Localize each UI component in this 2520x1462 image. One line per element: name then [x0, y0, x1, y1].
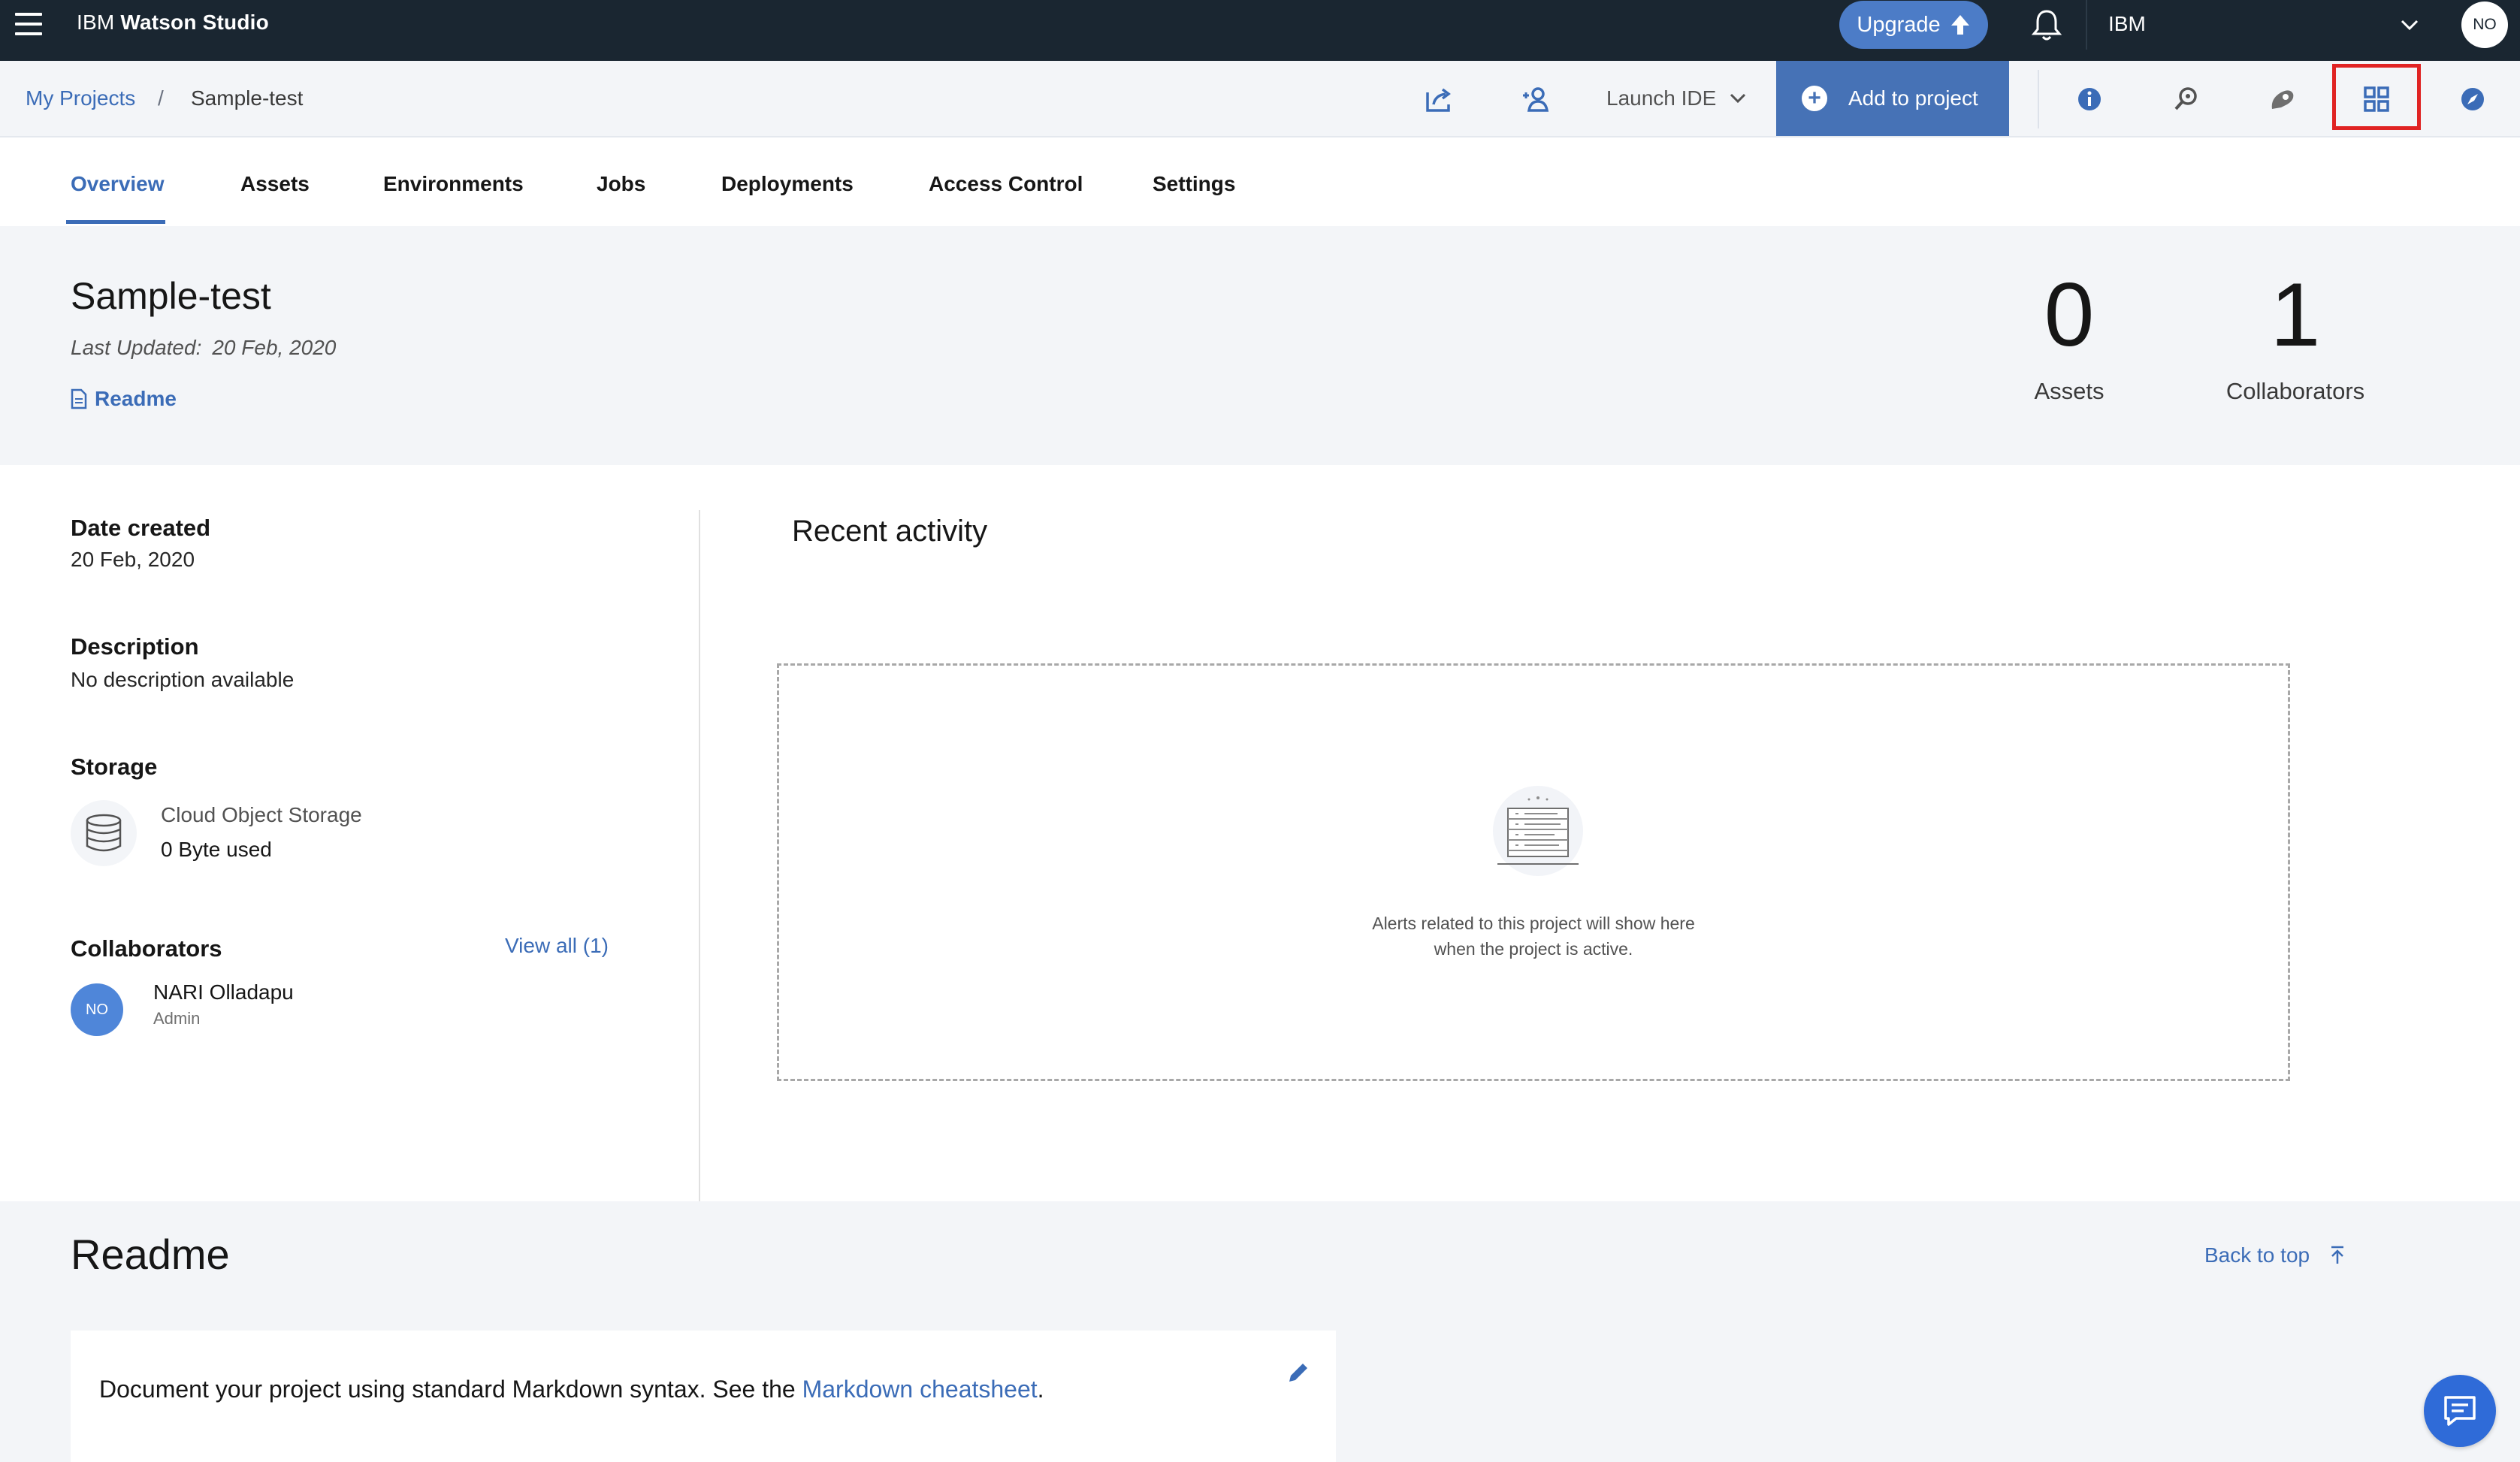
collaborator-name: NARI Olladapu — [153, 980, 294, 1004]
document-icon — [71, 388, 87, 409]
collaborators-stat: 1 Collaborators — [2209, 270, 2382, 405]
breadcrumb-current: Sample-test — [191, 86, 304, 110]
avatar: NO — [71, 983, 123, 1036]
recent-activity-title: Recent activity — [792, 515, 988, 548]
export-icon — [1426, 88, 1451, 112]
collaborators-label: Collaborators — [2225, 378, 2365, 404]
readme-text-after: . — [1037, 1376, 1044, 1403]
upgrade-arrow-icon — [1950, 15, 1969, 35]
project-header: Sample-test Last Updated: 20 Feb, 2020 R… — [0, 226, 2520, 465]
hamburger-menu-icon[interactable] — [15, 13, 42, 35]
alerts-list-icon — [1493, 786, 1583, 876]
back-to-top-label: Back to top — [2204, 1243, 2310, 1267]
account-switcher[interactable]: IBM — [2108, 12, 2146, 36]
page-title: Sample-test — [71, 275, 271, 317]
chat-button[interactable] — [2424, 1375, 2496, 1447]
info-icon — [2078, 88, 2101, 110]
markdown-cheatsheet-link[interactable]: Markdown cheatsheet — [802, 1376, 1038, 1403]
find-icon — [2174, 87, 2197, 110]
readme-body: Document your project using standard Mar… — [99, 1376, 1044, 1403]
collaborators-count: 1 — [2270, 264, 2321, 365]
user-avatar[interactable]: NO — [2461, 2, 2508, 48]
back-to-top-link[interactable]: Back to top — [2204, 1243, 2346, 1267]
brand-prefix: IBM — [77, 11, 115, 34]
readme-link-label: Readme — [95, 387, 177, 410]
compass-button[interactable] — [2455, 82, 2490, 116]
last-updated: Last Updated: 20 Feb, 2020 — [71, 336, 336, 360]
storage-label: Storage — [71, 754, 158, 780]
top-navigation-bar: IBM Watson Studio Upgrade IBM NO — [0, 0, 2520, 61]
add-collaborator-button[interactable] — [1518, 82, 1552, 116]
launch-ide-label: Launch IDE — [1606, 86, 1717, 110]
highlight-box — [2332, 64, 2421, 130]
readme-link[interactable]: Readme — [71, 387, 177, 411]
readme-card: Document your project using standard Mar… — [71, 1331, 1336, 1462]
column-divider — [699, 510, 700, 1201]
assets-label: Assets — [2034, 378, 2105, 404]
collaborator-role: Admin — [153, 1009, 201, 1028]
storage-used: 0 Byte used — [161, 838, 272, 861]
collaborators-section-label: Collaborators — [71, 935, 222, 962]
last-updated-value: 20 Feb, 2020 — [212, 336, 337, 359]
project-tabs: Overview Assets Environments Jobs Deploy… — [0, 137, 2520, 226]
compass-icon — [2461, 88, 2484, 110]
arrow-up-to-top-icon — [2331, 1246, 2344, 1264]
tab-settings[interactable]: Settings — [1153, 172, 1235, 196]
empty-state-line-2: when the project is active. — [1434, 939, 1633, 959]
assets-stat: 0 Assets — [2024, 270, 2114, 405]
chevron-down-icon — [1730, 93, 1746, 104]
last-updated-label: Last Updated: — [71, 336, 202, 359]
add-to-project-label: Add to project — [1848, 86, 1978, 110]
assets-count: 0 — [2044, 264, 2095, 365]
upgrade-label: Upgrade — [1857, 12, 1941, 37]
description-value: No description available — [71, 668, 295, 691]
view-all-collaborators-link[interactable]: View all (1) — [505, 934, 609, 958]
notifications-bell-icon[interactable] — [2030, 8, 2063, 43]
export-button[interactable] — [1422, 82, 1456, 116]
account-divider — [2086, 0, 2087, 50]
storage-name: Cloud Object Storage — [161, 803, 362, 826]
info-button[interactable] — [2072, 82, 2107, 116]
find-button[interactable] — [2168, 82, 2203, 116]
launch-ide-dropdown[interactable]: Launch IDE — [1606, 86, 1746, 110]
readme-title: Readme — [71, 1231, 230, 1278]
storage-icon — [71, 800, 137, 866]
tab-environments[interactable]: Environments — [383, 172, 524, 196]
description-label: Description — [71, 633, 199, 660]
community-button[interactable] — [2265, 82, 2299, 116]
chat-icon — [2444, 1396, 2476, 1426]
breadcrumb-my-projects[interactable]: My Projects — [26, 86, 135, 110]
date-created-label: Date created — [71, 515, 211, 541]
breadcrumb-separator: / — [158, 86, 164, 110]
date-created-value: 20 Feb, 2020 — [71, 548, 195, 571]
add-collaborator-icon — [1523, 87, 1549, 112]
recent-activity-empty-state: Alerts related to this project will show… — [777, 663, 2290, 1081]
add-icon: + — [1802, 86, 1827, 111]
chevron-down-icon[interactable] — [2400, 17, 2419, 33]
database-icon — [86, 814, 122, 852]
upgrade-button[interactable]: Upgrade — [1839, 1, 1988, 49]
active-tab-indicator — [66, 220, 165, 224]
readme-text-before: Document your project using standard Mar… — [99, 1376, 802, 1403]
tab-deployments[interactable]: Deployments — [721, 172, 854, 196]
empty-state-message: Alerts related to this project will show… — [779, 911, 2288, 962]
overview-panel: Date created 20 Feb, 2020 Description No… — [0, 465, 2520, 1201]
product-name[interactable]: IBM Watson Studio — [77, 11, 269, 35]
add-to-project-button[interactable]: + Add to project — [1776, 61, 2009, 136]
brand-name: Watson Studio — [120, 11, 269, 34]
tab-jobs[interactable]: Jobs — [597, 172, 645, 196]
project-toolbar: My Projects / Sample-test Launch IDE + A… — [0, 61, 2520, 137]
community-icon — [2271, 90, 2294, 109]
empty-state-line-1: Alerts related to this project will show… — [1372, 914, 1695, 933]
readme-section: Readme Back to top Document your project… — [0, 1201, 2520, 1462]
toolbar-divider — [2038, 70, 2039, 128]
tab-assets[interactable]: Assets — [240, 172, 310, 196]
tab-overview[interactable]: Overview — [71, 172, 165, 196]
tab-access-control[interactable]: Access Control — [929, 172, 1083, 196]
edit-pencil-icon[interactable] — [1285, 1359, 1312, 1386]
